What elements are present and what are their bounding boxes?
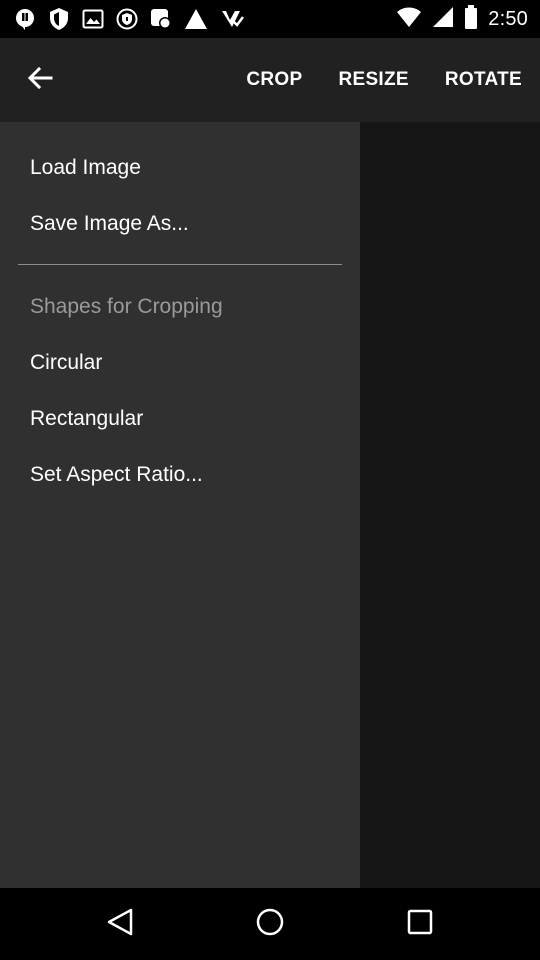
home-circle-icon	[255, 907, 285, 942]
menu-item-load-image[interactable]: Load Image	[0, 140, 360, 196]
status-system: 2:50	[396, 4, 528, 34]
menu-item-set-aspect-ratio[interactable]: Set Aspect Ratio...	[0, 447, 360, 503]
nav-home-button[interactable]	[240, 900, 300, 948]
recents-square-icon	[406, 908, 434, 941]
nav-recents-button[interactable]	[390, 900, 450, 948]
arrow-left-icon	[27, 66, 53, 95]
screen: 2:50 CROP RESIZE ROTATE Load Image Save …	[0, 0, 540, 960]
resize-action[interactable]: RESIZE	[320, 38, 426, 122]
shield-small-icon	[116, 8, 138, 30]
status-notifications	[14, 6, 244, 32]
menu-item-rectangular[interactable]: Rectangular	[0, 391, 360, 447]
navigation-bar	[0, 888, 540, 960]
rotate-action[interactable]: ROTATE	[427, 38, 540, 122]
app-toolbar: CROP RESIZE ROTATE	[0, 38, 540, 122]
menu-item-label: Set Aspect Ratio...	[30, 463, 203, 486]
menu-item-circular[interactable]: Circular	[0, 335, 360, 391]
signal-icon	[432, 6, 454, 33]
checklist-icon	[220, 8, 244, 30]
overflow-menu: Load Image Save Image As... Shapes for C…	[0, 122, 360, 888]
wifi-icon	[396, 6, 422, 33]
menu-section-header: Shapes for Cropping	[0, 279, 360, 335]
back-triangle-icon	[105, 907, 135, 942]
badge-icon	[150, 8, 172, 30]
menu-divider	[18, 264, 342, 265]
menu-item-label: Rectangular	[30, 407, 144, 430]
status-bar: 2:50	[0, 0, 540, 38]
image-icon	[82, 9, 104, 29]
menu-item-label: Circular	[30, 351, 103, 374]
notification-icon	[14, 8, 36, 30]
menu-item-save-image-as[interactable]: Save Image As...	[0, 196, 360, 252]
battery-icon	[464, 4, 478, 34]
shield-icon	[48, 7, 70, 31]
warning-icon	[184, 8, 208, 30]
toolbar-actions: CROP RESIZE ROTATE	[228, 38, 540, 122]
section-header-label: Shapes for Cropping	[30, 295, 223, 318]
back-button[interactable]	[18, 60, 62, 100]
status-time: 2:50	[488, 7, 528, 30]
nav-back-button[interactable]	[90, 900, 150, 948]
menu-item-label: Save Image As...	[30, 212, 189, 235]
crop-action[interactable]: CROP	[228, 38, 320, 122]
menu-item-label: Load Image	[30, 156, 141, 179]
